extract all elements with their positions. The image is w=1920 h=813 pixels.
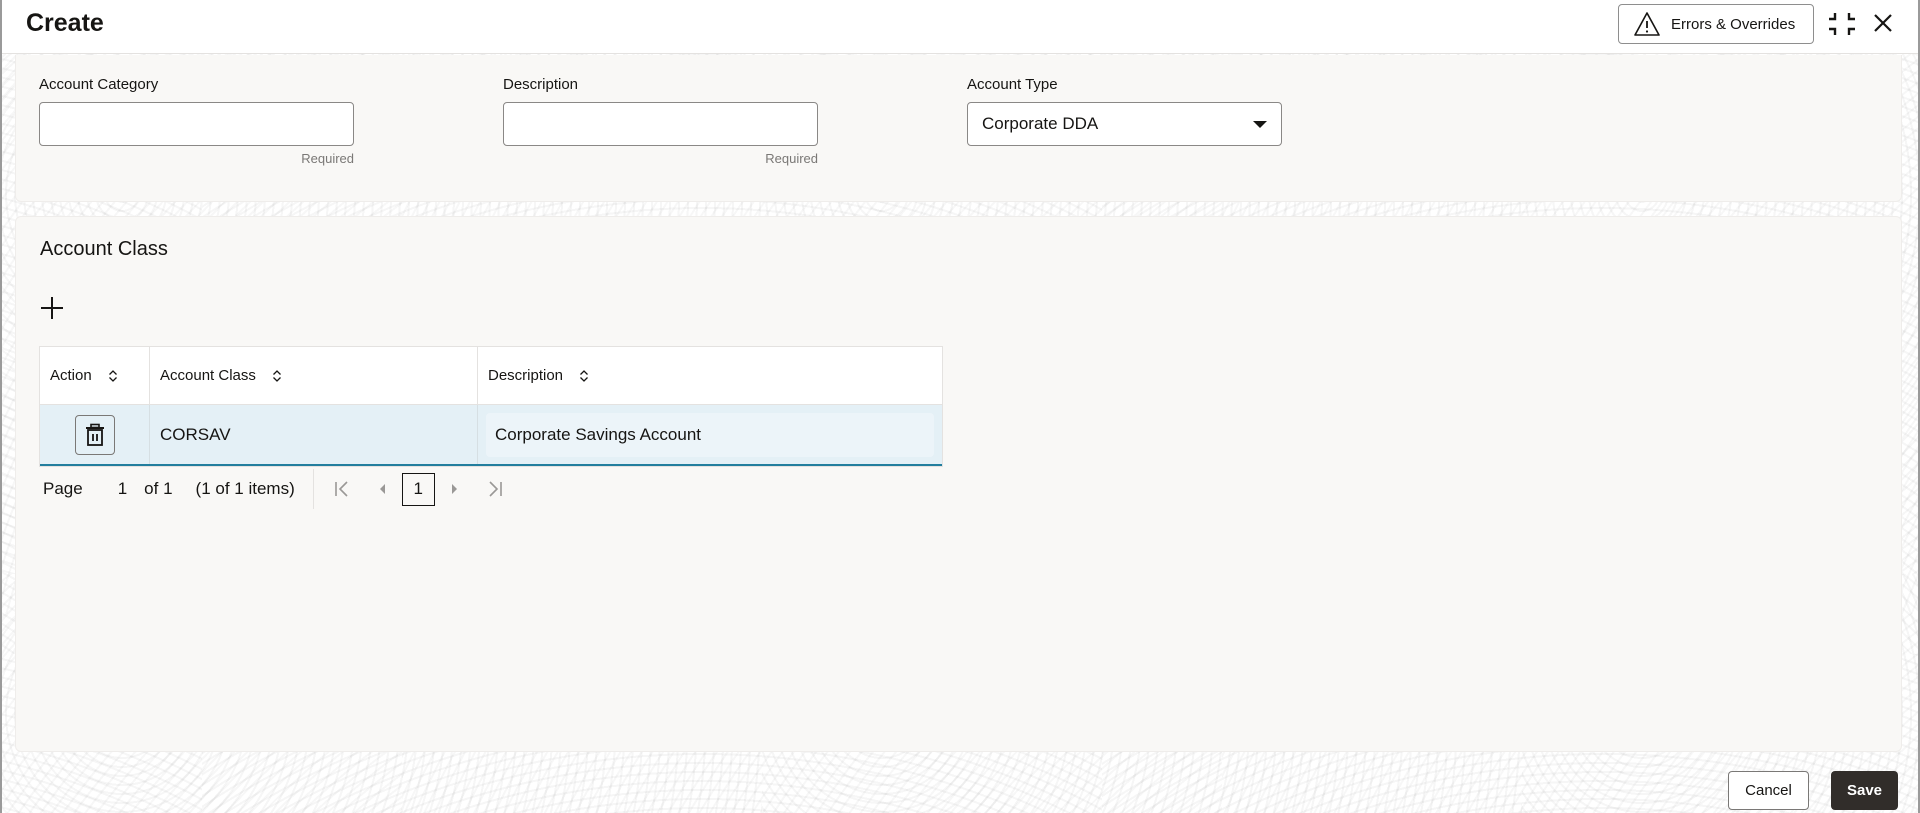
close-icon[interactable] bbox=[1872, 12, 1894, 34]
form-panel: Account Category Required Description Re… bbox=[15, 55, 1902, 202]
account-class-table: Action Account Class Description CORSAV … bbox=[39, 346, 943, 467]
errors-overrides-label: Errors & Overrides bbox=[1671, 15, 1796, 33]
previous-page-icon[interactable] bbox=[372, 479, 392, 499]
column-header-account-class[interactable]: Account Class bbox=[150, 347, 478, 404]
cancel-button[interactable]: Cancel bbox=[1728, 771, 1809, 810]
sort-icon bbox=[108, 369, 117, 382]
column-header-label: Account Class bbox=[160, 367, 256, 384]
account-category-required-hint: Required bbox=[301, 151, 354, 166]
save-button[interactable]: Save bbox=[1831, 771, 1898, 810]
errors-overrides-button[interactable]: Errors & Overrides bbox=[1618, 4, 1814, 44]
action-cell bbox=[40, 405, 150, 464]
page-button-1[interactable]: 1 bbox=[401, 472, 435, 506]
plus-icon[interactable] bbox=[38, 294, 66, 322]
pagination: Page 1 of 1 (1 of 1 items) 1 bbox=[43, 467, 505, 511]
table-header: Action Account Class Description bbox=[40, 347, 942, 405]
description-label: Description bbox=[503, 76, 579, 93]
page-label: Page bbox=[43, 479, 83, 498]
column-header-description[interactable]: Description bbox=[478, 347, 942, 404]
warning-triangle-icon bbox=[1634, 12, 1660, 36]
next-page-icon[interactable] bbox=[445, 479, 465, 499]
description-cell: Corporate Savings Account bbox=[478, 405, 942, 464]
account-class-cell: CORSAV bbox=[150, 405, 478, 464]
current-page-input[interactable]: 1 bbox=[118, 479, 127, 499]
description-required-hint: Required bbox=[765, 151, 818, 166]
description-cell-input[interactable]: Corporate Savings Account bbox=[486, 412, 934, 457]
account-category-input[interactable] bbox=[39, 102, 354, 146]
column-header-label: Action bbox=[50, 367, 92, 384]
column-header-label: Description bbox=[488, 367, 564, 384]
delete-row-button[interactable] bbox=[74, 414, 115, 455]
compress-icon[interactable] bbox=[1828, 11, 1856, 37]
total-pages-label: of 1 bbox=[144, 479, 173, 498]
chevron-down-icon bbox=[1253, 120, 1267, 128]
account-type-selected-value: Corporate DDA bbox=[982, 114, 1099, 133]
account-class-panel: Account Class Action Account Class Descr… bbox=[15, 216, 1902, 752]
column-header-action[interactable]: Action bbox=[40, 347, 150, 404]
sort-icon bbox=[580, 369, 588, 382]
window-left-border bbox=[0, 0, 2, 813]
section-title: Account Class bbox=[40, 238, 168, 260]
account-category-label: Account Category bbox=[39, 76, 159, 93]
first-page-icon[interactable] bbox=[332, 479, 352, 499]
dialog-header: Create Errors & Overrides bbox=[2, 0, 1918, 54]
sort-icon bbox=[272, 369, 281, 382]
pagination-divider bbox=[312, 469, 314, 509]
table-row[interactable]: CORSAV Corporate Savings Account bbox=[40, 405, 942, 466]
items-summary: (1 of 1 items) bbox=[195, 479, 295, 498]
trash-icon bbox=[85, 423, 104, 446]
page-title: Create bbox=[26, 9, 104, 37]
last-page-icon[interactable] bbox=[485, 479, 505, 499]
account-type-select[interactable]: Corporate DDA bbox=[967, 102, 1282, 146]
account-type-label: Account Type bbox=[967, 76, 1058, 93]
description-input[interactable] bbox=[503, 102, 818, 146]
